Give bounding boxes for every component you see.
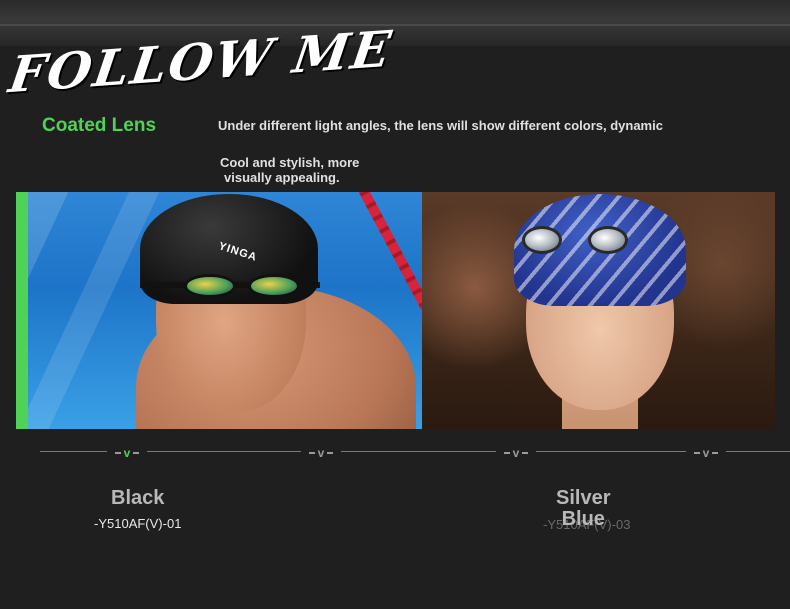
selector-marker-4[interactable]: v	[686, 446, 726, 460]
goggle-lens-left	[184, 274, 236, 298]
description-line-b: visually appealing.	[224, 170, 340, 185]
product-name-line: Silver	[556, 487, 611, 509]
selector-marker-1[interactable]: v	[107, 446, 147, 460]
marker-dash	[133, 452, 140, 454]
product-name-line: Black	[111, 487, 165, 509]
product-sku-black: -Y510AF(V)-01	[94, 516, 182, 531]
chevron-down-icon: v	[317, 446, 325, 460]
goggles-mirrored	[140, 270, 320, 300]
marker-dash	[712, 452, 719, 454]
chevron-down-icon: v	[512, 446, 520, 460]
selector-divider	[40, 451, 790, 452]
product-photo-black: YINGA	[28, 192, 422, 429]
marker-dash	[522, 452, 529, 454]
marker-dash	[308, 452, 315, 454]
description-line-a: Cool and stylish, more	[220, 155, 360, 170]
chevron-down-icon: v	[123, 446, 131, 460]
goggle-lens-right	[588, 226, 628, 254]
accent-bar	[16, 192, 28, 429]
marker-dash	[693, 452, 700, 454]
goggle-lens-right	[248, 274, 300, 298]
marker-dash	[114, 452, 121, 454]
product-name-black: Black	[111, 488, 164, 509]
product-name-silver-blue: Silver Blue	[556, 488, 610, 530]
feature-title: Coated Lens	[42, 115, 157, 136]
goggle-lens-left	[522, 226, 562, 254]
product-photo-silver-blue	[422, 192, 775, 429]
feature-description: Under different light angles, the lens w…	[218, 118, 663, 133]
marker-dash	[503, 452, 510, 454]
selector-marker-2[interactable]: v	[301, 446, 341, 460]
feature-description-continued: Cool and stylish, more visually appealin…	[220, 155, 359, 185]
selector-marker-3[interactable]: v	[496, 446, 536, 460]
chevron-down-icon: v	[702, 446, 710, 460]
marker-dash	[327, 452, 334, 454]
product-name-line: Blue	[561, 508, 605, 530]
